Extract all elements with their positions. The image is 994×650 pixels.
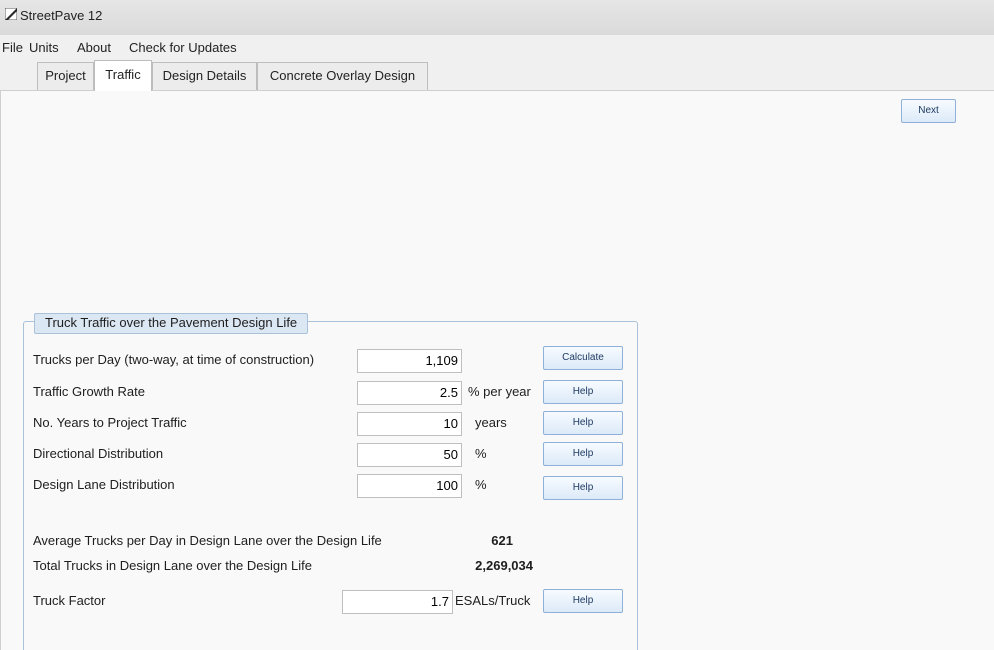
trucks-per-day-label: Trucks per Day (two-way, at time of cons…	[33, 352, 315, 367]
years-to-project-help-button[interactable]: Help	[543, 411, 623, 435]
years-to-project-input[interactable]: 10	[357, 412, 462, 436]
years-to-project-label: No. Years to Project Traffic	[33, 415, 187, 430]
total-trucks-label: Total Trucks in Design Lane over the Des…	[33, 558, 312, 573]
trucks-per-day-input[interactable]: 1,109	[357, 349, 462, 373]
tab-concrete-overlay-design[interactable]: Concrete Overlay Design	[257, 62, 428, 90]
tab-project[interactable]: Project	[37, 62, 94, 90]
menu-file[interactable]: File	[2, 40, 23, 55]
tab-strip: Project Traffic Design Details Concrete …	[0, 59, 994, 91]
traffic-growth-rate-input[interactable]: 2.5	[357, 381, 462, 405]
truck-factor-help-button[interactable]: Help	[543, 589, 623, 613]
traffic-panel: Next Truck Traffic over the Pavement Des…	[0, 91, 994, 650]
truck-traffic-group: Truck Traffic over the Pavement Design L…	[23, 313, 638, 650]
average-trucks-label: Average Trucks per Day in Design Lane ov…	[33, 533, 382, 548]
design-lane-distribution-input[interactable]: 100	[357, 474, 462, 498]
directional-distribution-input[interactable]: 50	[357, 443, 462, 467]
menu-units[interactable]: Units	[29, 40, 59, 55]
traffic-growth-rate-unit: % per year	[468, 384, 531, 399]
traffic-growth-rate-label: Traffic Growth Rate	[33, 384, 145, 399]
streetpave-window: StreetPave 12 File Units About Check for…	[0, 0, 994, 650]
average-trucks-value: 621	[491, 533, 513, 548]
streetpave-logo-icon	[5, 8, 17, 20]
group-title: Truck Traffic over the Pavement Design L…	[34, 313, 309, 334]
window-title: StreetPave 12	[20, 8, 103, 23]
tab-design-details[interactable]: Design Details	[152, 62, 257, 90]
traffic-growth-help-button[interactable]: Help	[543, 380, 623, 404]
years-to-project-unit: years	[475, 415, 507, 430]
tab-traffic[interactable]: Traffic	[94, 60, 152, 91]
menu-bar: File Units About Check for Updates	[0, 35, 994, 59]
directional-distribution-unit: %	[475, 446, 487, 461]
design-lane-distribution-label: Design Lane Distribution	[33, 477, 175, 492]
directional-distribution-label: Directional Distribution	[33, 446, 164, 461]
truck-factor-input[interactable]: 1.7	[342, 590, 453, 614]
design-lane-distribution-help-button[interactable]: Help	[543, 476, 623, 500]
truck-factor-label: Truck Factor	[33, 593, 106, 608]
menu-about[interactable]: About	[77, 40, 111, 55]
total-trucks-value: 2,269,034	[475, 558, 533, 573]
next-button[interactable]: Next	[901, 99, 956, 123]
menu-check-for-updates[interactable]: Check for Updates	[129, 40, 237, 55]
calculate-button[interactable]: Calculate	[543, 346, 623, 370]
directional-distribution-help-button[interactable]: Help	[543, 442, 623, 466]
design-lane-distribution-unit: %	[475, 477, 487, 492]
truck-factor-unit: ESALs/Truck	[455, 593, 531, 608]
title-bar: StreetPave 12	[0, 0, 994, 35]
